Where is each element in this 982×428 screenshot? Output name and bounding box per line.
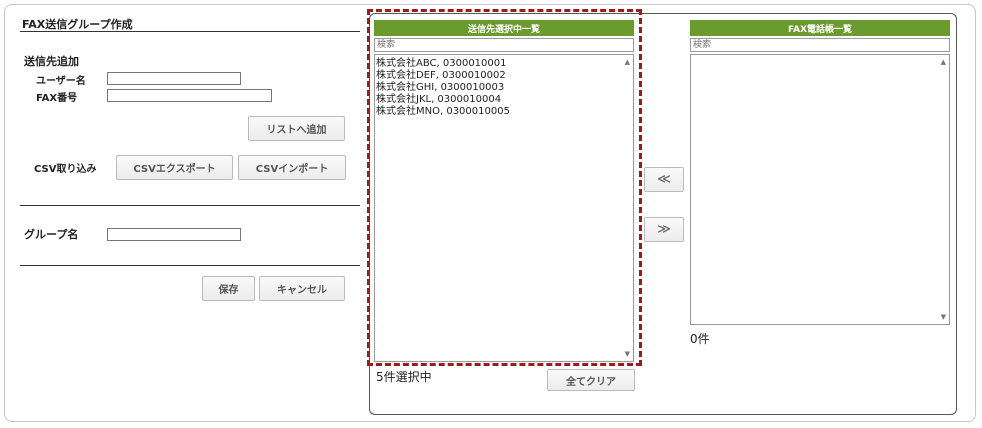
user-name-label: ユーザー名: [36, 76, 86, 87]
fax-number-label: FAX番号: [36, 93, 78, 104]
selected-list-header: 送信先選択中一覧: [374, 20, 634, 36]
scroll-up-icon[interactable]: ▲: [941, 58, 946, 66]
csv-export-button[interactable]: CSVエクスポート: [116, 155, 233, 180]
list-item[interactable]: 株式会社MNO, 0300010005: [375, 106, 633, 118]
user-name-input[interactable]: [107, 72, 241, 85]
title-divider: [20, 31, 360, 32]
selected-count: 5件選択中: [376, 370, 432, 384]
cancel-button[interactable]: キャンセル: [259, 276, 345, 301]
scroll-up-icon[interactable]: ▲: [625, 58, 630, 66]
add-section-label: 送信先追加: [24, 55, 79, 68]
move-right-button[interactable]: ≫: [644, 217, 684, 242]
move-left-button[interactable]: ≪: [644, 167, 684, 192]
page-title: FAX送信グループ作成: [22, 18, 133, 31]
phonebook-search-input[interactable]: [690, 38, 950, 52]
phonebook-count: 0件: [690, 332, 710, 346]
list-item[interactable]: 株式会社DEF, 0300010002: [375, 70, 633, 82]
selected-search-input[interactable]: [374, 38, 634, 52]
list-item[interactable]: 株式会社ABC, 0300010001: [375, 58, 633, 70]
group-name-label: グループ名: [24, 228, 79, 241]
list-item[interactable]: 株式会社GHI, 0300010003: [375, 82, 633, 94]
scroll-down-icon[interactable]: ▼: [941, 313, 946, 321]
add-to-list-button[interactable]: リストへ追加: [248, 116, 345, 141]
footer-divider: [20, 265, 360, 266]
clear-all-button[interactable]: 全てクリア: [547, 369, 635, 391]
group-name-input[interactable]: [107, 228, 241, 241]
fax-number-input[interactable]: [107, 89, 272, 102]
scroll-down-icon[interactable]: ▼: [625, 350, 630, 358]
list-item[interactable]: 株式会社JKL, 0300010004: [375, 94, 633, 106]
csv-import-label: CSV取り込み: [34, 164, 97, 175]
save-button[interactable]: 保存: [202, 276, 255, 301]
csv-import-button[interactable]: CSVインポート: [238, 155, 346, 180]
selected-list[interactable]: 株式会社ABC, 0300010001 株式会社DEF, 0300010002 株式…: [374, 54, 634, 362]
phonebook-list[interactable]: ▲ ▼: [690, 54, 950, 325]
section-divider: [20, 205, 360, 206]
phonebook-list-header: FAX電話帳一覧: [690, 20, 950, 36]
